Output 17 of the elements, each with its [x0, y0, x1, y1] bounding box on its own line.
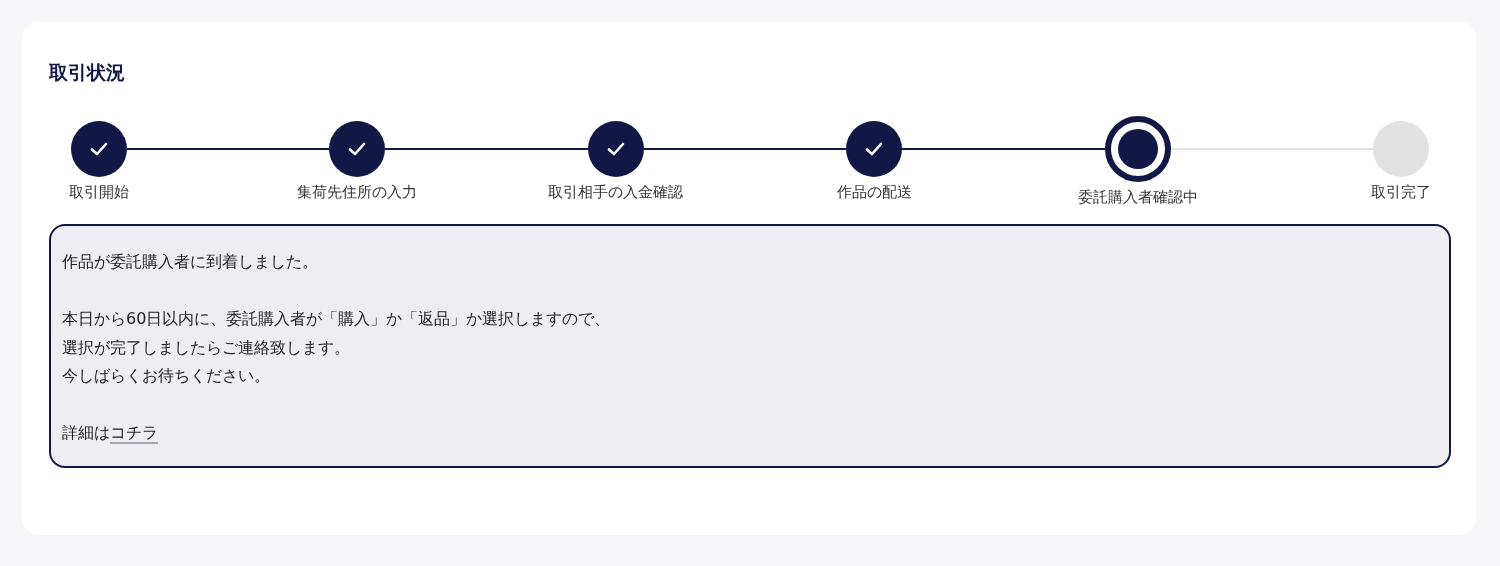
step-label: 集荷先住所の入力: [297, 182, 418, 202]
check-icon: [606, 142, 625, 156]
step-label: 取引相手の入金確認: [548, 182, 684, 202]
message-line: 今しばらくお待ちください。: [62, 365, 270, 387]
step-label: 取引完了: [1371, 182, 1432, 202]
step-label: 取引開始: [69, 182, 129, 202]
check-icon: [90, 142, 108, 156]
detail-label: 詳細は: [62, 423, 110, 442]
message-line: 選択が完了しましたらご連絡致します。: [62, 336, 350, 359]
step-label: 作品の配送: [836, 182, 912, 202]
message-line: 本日から60日以内に、委託購入者が「購入」か「返品」か選択しますので、: [62, 308, 611, 330]
step-label: 委託購入者確認中: [1077, 187, 1198, 207]
details-link[interactable]: コチラ: [110, 423, 158, 444]
message-line: 作品が委託購入者に到着しました。: [62, 251, 318, 273]
check-icon: [865, 142, 884, 156]
section-title: 取引状況: [49, 60, 126, 85]
check-icon: [348, 142, 367, 156]
